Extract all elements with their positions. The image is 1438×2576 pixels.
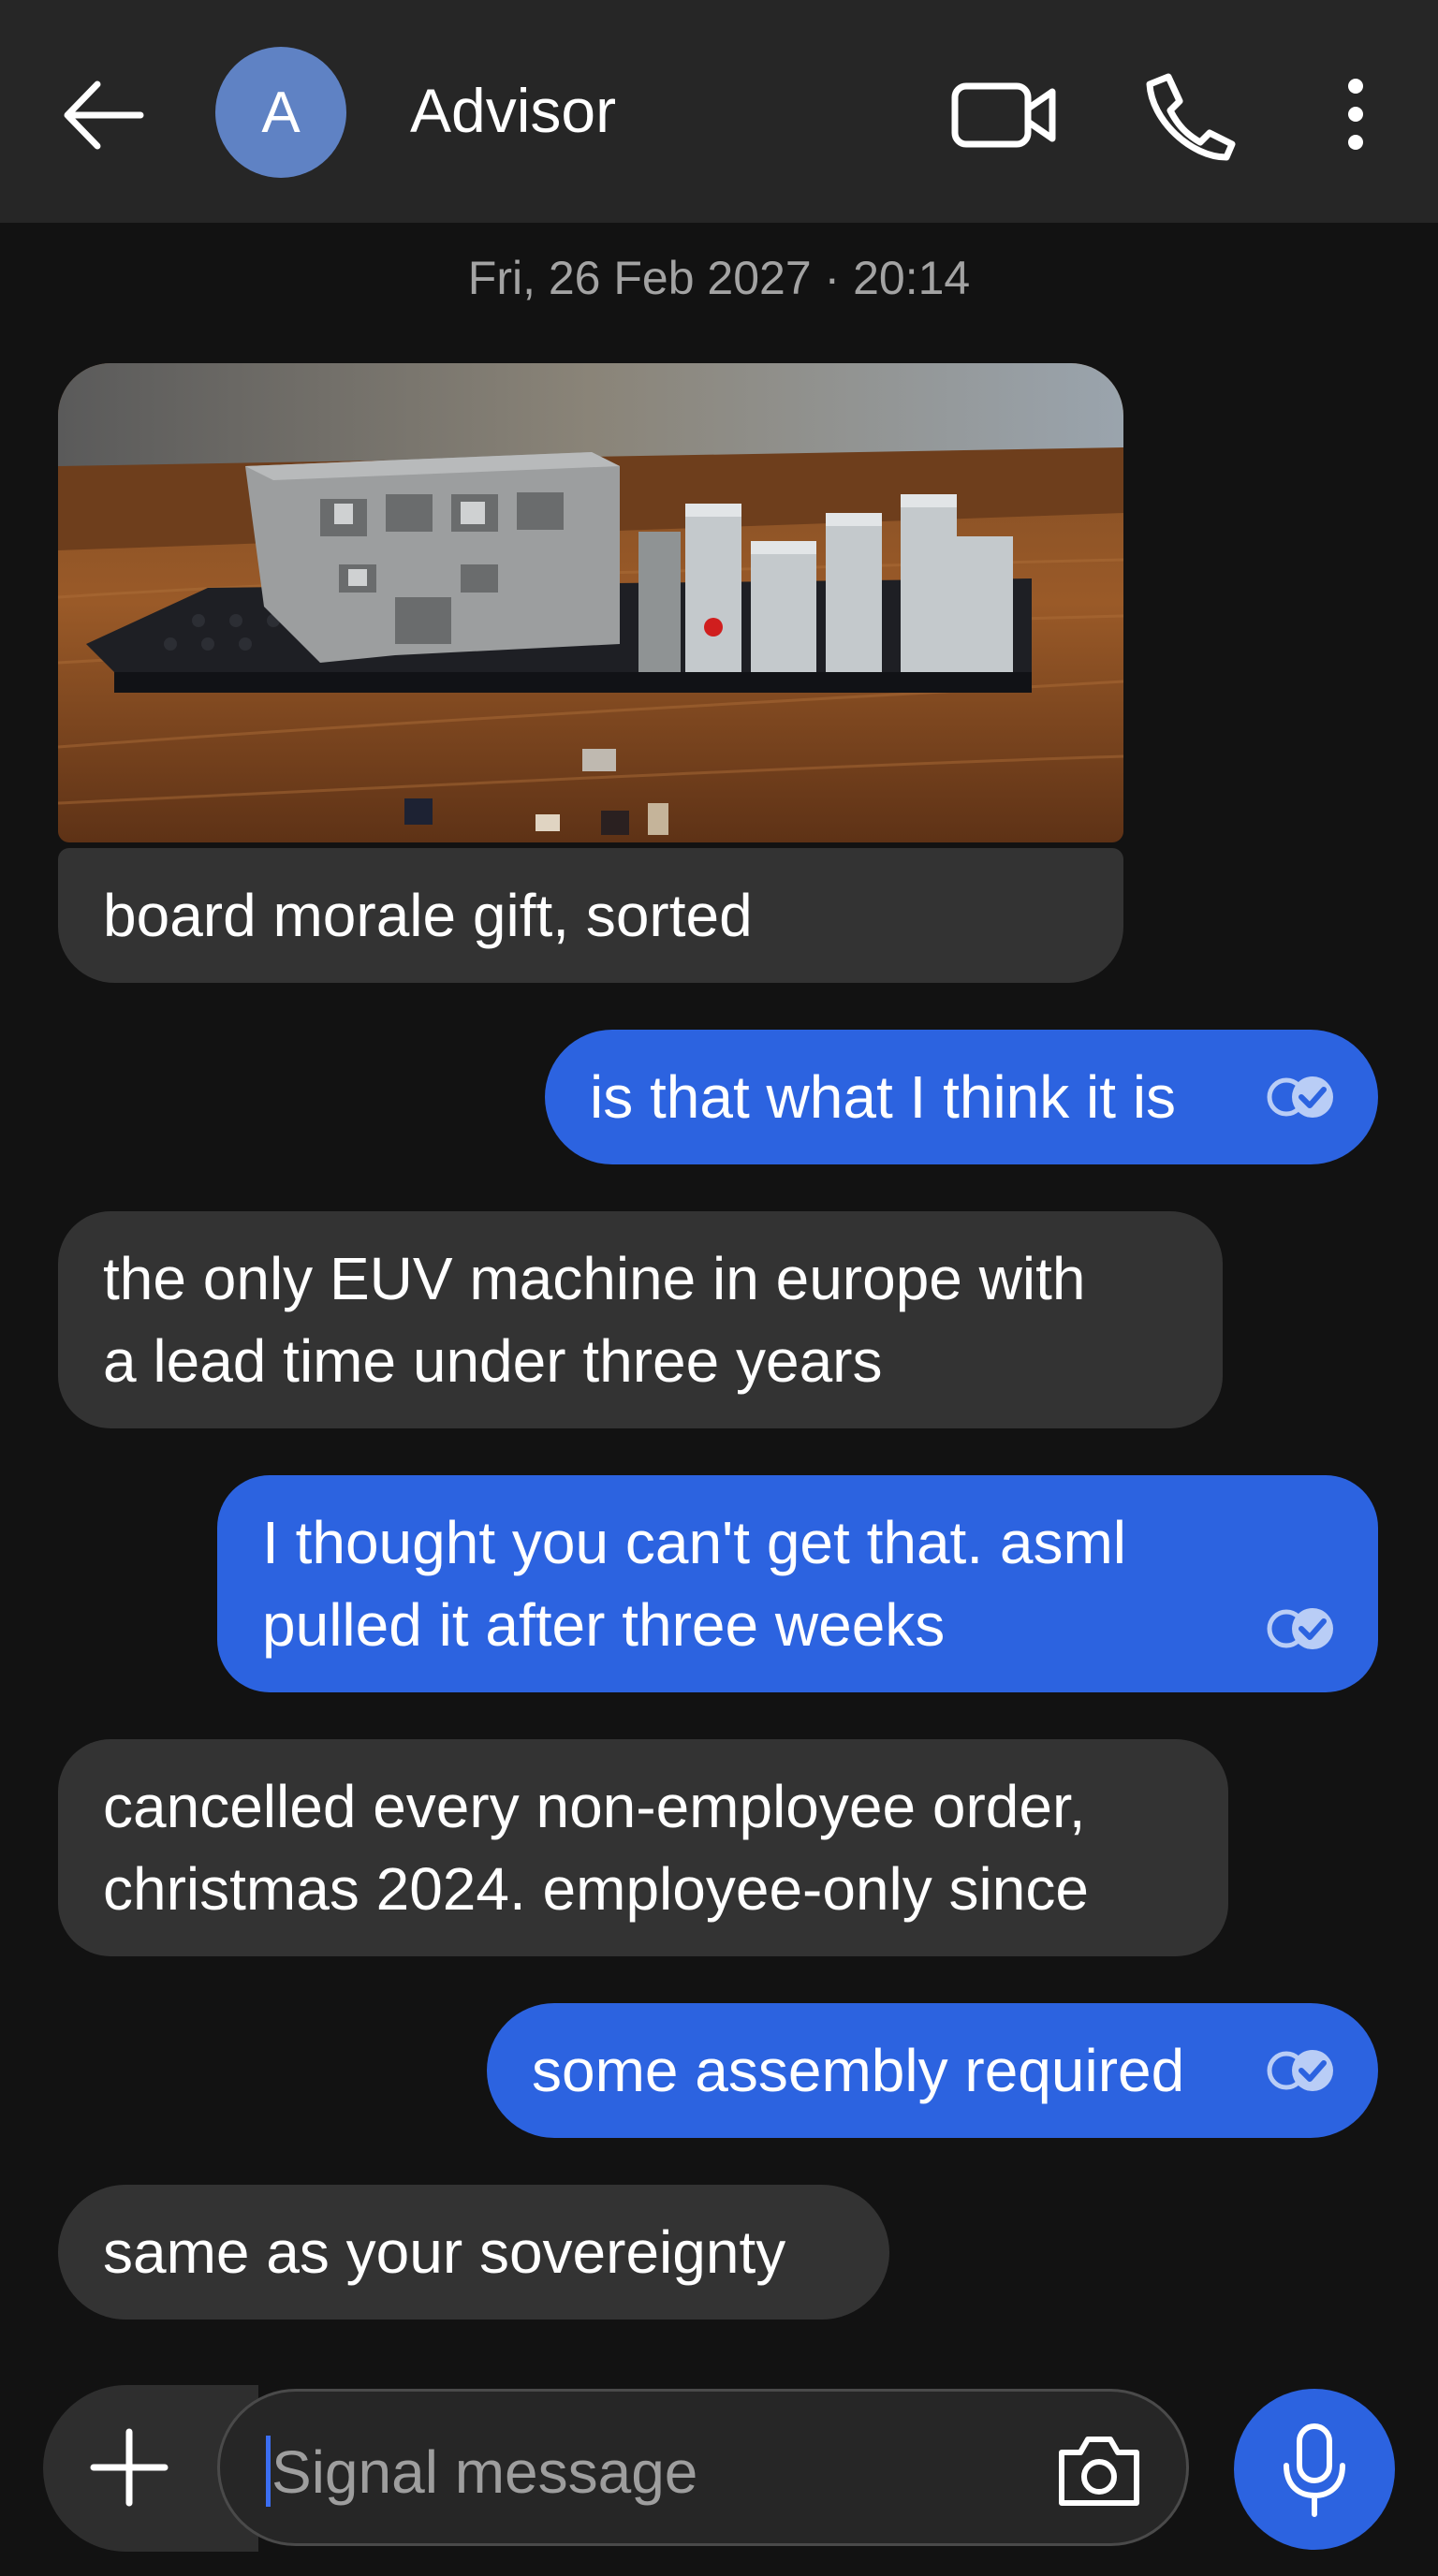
message-text-line: christmas 2024. employee-only since xyxy=(103,1855,1089,1923)
message-text: same as your sovereignty xyxy=(103,2218,786,2286)
message-text: some assembly required xyxy=(532,2037,1185,2104)
message-text: board morale gift, sorted xyxy=(103,882,753,949)
phone-icon xyxy=(1146,73,1236,161)
message-text-line: the only EUV machine in europe with xyxy=(103,1245,1086,1312)
message-incoming[interactable]: the only EUV machine in europe with a le… xyxy=(58,1211,1223,1428)
avatar[interactable]: A xyxy=(215,47,346,178)
message-text-line: a lead time under three years xyxy=(103,1327,883,1395)
message-outgoing[interactable]: is that what I think it is xyxy=(545,1030,1378,1164)
message-outgoing[interactable]: some assembly required xyxy=(487,2003,1378,2138)
conversation-header: A Advisor xyxy=(0,0,1438,223)
message-incoming[interactable]: cancelled every non-employee order, chri… xyxy=(58,1739,1228,1956)
read-receipt-icon xyxy=(1267,1076,1333,1118)
model-photo xyxy=(58,363,1123,842)
text-cursor xyxy=(266,2436,271,2507)
message-text-line: pulled it after three weeks xyxy=(262,1591,946,1659)
contact-name[interactable]: Advisor xyxy=(410,75,616,146)
plus-icon xyxy=(90,2428,169,2507)
message-outgoing[interactable]: I thought you can't get that. asml pulle… xyxy=(217,1475,1378,1692)
camera-icon xyxy=(1059,2437,1139,2506)
mic-icon xyxy=(1284,2423,1345,2517)
read-receipt-icon xyxy=(1267,1608,1333,1649)
message-text-line: I thought you can't get that. asml xyxy=(262,1509,1126,1576)
voice-note-button[interactable] xyxy=(1234,2389,1395,2550)
video-call-button[interactable] xyxy=(947,73,1060,157)
back-arrow-icon xyxy=(64,80,144,150)
camera-button[interactable] xyxy=(1052,2428,1146,2512)
back-button[interactable] xyxy=(56,73,150,157)
more-vert-icon xyxy=(1348,79,1363,150)
read-receipt-icon xyxy=(1267,2050,1333,2091)
video-call-icon xyxy=(951,82,1056,148)
voice-call-button[interactable] xyxy=(1142,67,1236,161)
date-separator: Fri, 26 Feb 2027 · 20:14 xyxy=(467,252,971,304)
image-attachment[interactable] xyxy=(58,363,1123,842)
message-incoming[interactable]: same as your sovereignty xyxy=(58,2185,889,2320)
message-input[interactable] xyxy=(271,2432,1002,2512)
avatar-initial: A xyxy=(261,80,301,145)
message-text-line: cancelled every non-employee order, xyxy=(103,1773,1086,1840)
more-options-button[interactable] xyxy=(1329,73,1382,157)
message-text: is that what I think it is xyxy=(590,1063,1177,1131)
message-incoming[interactable]: board morale gift, sorted xyxy=(58,848,1123,983)
